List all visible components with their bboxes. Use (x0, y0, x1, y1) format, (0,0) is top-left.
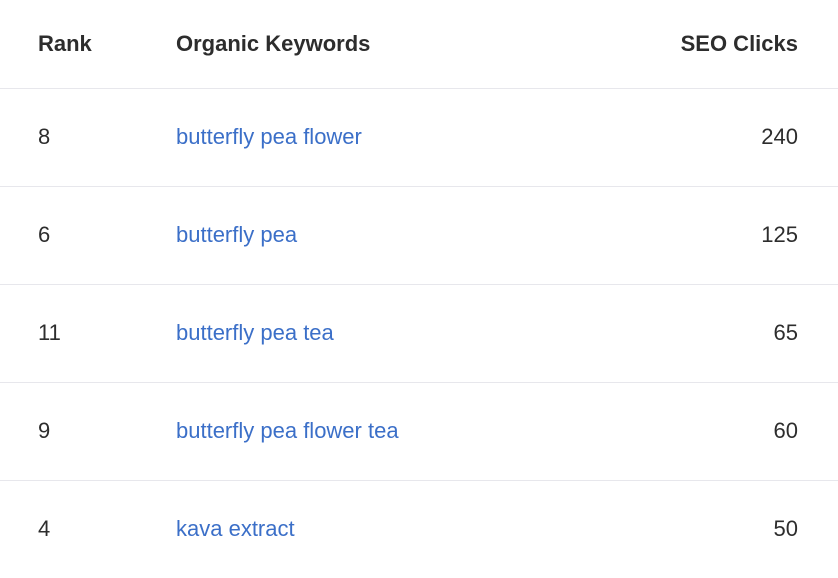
keyword-link[interactable]: butterfly pea flower (176, 124, 362, 149)
table-row: 9 butterfly pea flower tea 60 (0, 382, 838, 481)
column-header-organic-keywords[interactable]: Organic Keywords (138, 0, 598, 89)
keyword-link[interactable]: butterfly pea flower tea (176, 418, 399, 443)
cell-rank: 8 (0, 88, 138, 187)
table-row: 11 butterfly pea tea 65 (0, 284, 838, 383)
table-row: 6 butterfly pea 125 (0, 186, 838, 285)
table-row: 4 kava extract 50 (0, 480, 838, 578)
table-header: Rank Organic Keywords SEO Clicks (0, 0, 838, 89)
cell-seo-clicks: 240 (598, 88, 838, 187)
cell-rank: 11 (0, 284, 138, 383)
cell-rank: 4 (38, 516, 51, 542)
table-body: 8 butterfly pea flower 240 6 butterfly p… (0, 88, 838, 578)
organic-keywords-table: Rank Organic Keywords SEO Clicks 8 butte… (0, 0, 838, 578)
table-row: 8 butterfly pea flower 240 (0, 88, 838, 187)
cell-seo-clicks: 50 (773, 516, 798, 542)
cell-keyword: butterfly pea flower tea (138, 382, 598, 481)
cell-rank: 9 (0, 382, 138, 481)
cell-rank: 6 (0, 186, 138, 285)
keyword-link[interactable]: kava extract (176, 516, 295, 541)
keyword-link[interactable]: butterfly pea tea (176, 320, 334, 345)
cell-keyword: butterfly pea (138, 186, 598, 285)
keyword-link[interactable]: butterfly pea (176, 222, 297, 247)
cell-seo-clicks: 125 (598, 186, 838, 285)
cell-seo-clicks: 60 (598, 382, 838, 481)
table-header-row: Rank Organic Keywords SEO Clicks (0, 0, 838, 89)
cell-keyword: butterfly pea tea (138, 284, 598, 383)
cell-keyword: butterfly pea flower (138, 88, 598, 187)
column-header-rank[interactable]: Rank (0, 0, 138, 89)
cell-keyword: kava extract (138, 480, 598, 578)
cell-seo-clicks: 65 (598, 284, 838, 383)
column-header-seo-clicks[interactable]: SEO Clicks (598, 0, 838, 89)
